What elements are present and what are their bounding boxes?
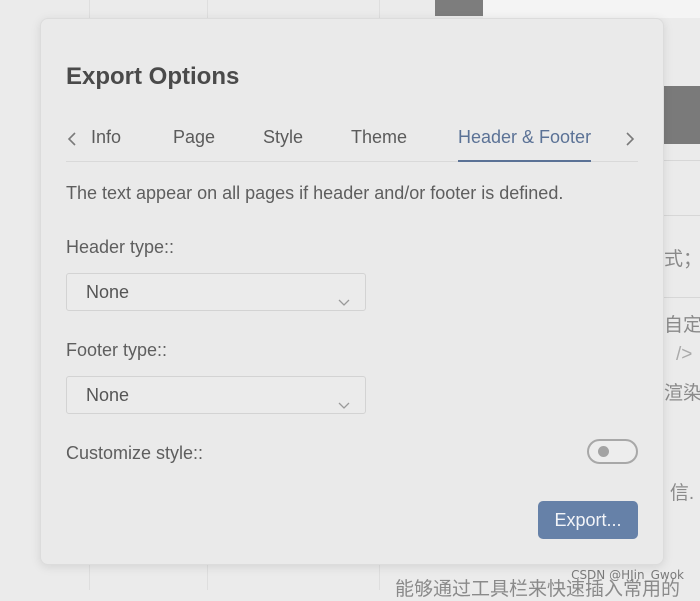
watermark: CSDN @HJin_Gwok <box>571 568 684 582</box>
footer-type-value: None <box>86 385 130 405</box>
footer-type-select[interactable]: None <box>66 376 366 414</box>
chevron-down-icon <box>337 285 351 306</box>
header-type-value: None <box>86 282 130 302</box>
export-button[interactable]: Export... <box>538 501 638 539</box>
screenshot-thumbnail <box>483 0 700 18</box>
customize-style-toggle[interactable] <box>587 439 638 464</box>
chevron-left-icon[interactable] <box>66 130 78 151</box>
background-text: 式； <box>664 249 700 270</box>
tab-header-footer[interactable]: Header & Footer <box>458 124 592 162</box>
tab-theme[interactable]: Theme <box>351 124 407 162</box>
background-text: /> <box>676 344 693 365</box>
screenshot-thumbnail <box>435 0 483 16</box>
toggle-knob <box>598 446 609 457</box>
tab-page[interactable]: Page <box>173 124 215 162</box>
screenshot-thumbnail <box>664 86 700 144</box>
chevron-right-icon[interactable] <box>624 130 636 151</box>
footer-type-label: Footer type:: <box>66 340 168 360</box>
export-options-dialog: Export Options Info Page Style Theme Hea… <box>40 18 664 565</box>
tab-style[interactable]: Style <box>263 124 303 162</box>
chevron-down-icon <box>337 388 351 409</box>
divider <box>664 215 700 216</box>
tab-bar: Info Page Style Theme Header & Footer <box>66 124 638 162</box>
background-text: 自定 <box>664 315 700 336</box>
customize-style-label: Customize style:: <box>66 443 204 463</box>
header-type-select[interactable]: None <box>66 273 366 311</box>
dialog-title: Export Options <box>66 63 240 90</box>
divider <box>664 297 700 298</box>
divider <box>664 160 700 161</box>
background-text: 渲染 <box>664 383 700 404</box>
header-footer-description: The text appear on all pages if header a… <box>66 183 564 203</box>
header-type-label: Header type:: <box>66 237 175 257</box>
tab-info[interactable]: Info <box>91 124 121 162</box>
